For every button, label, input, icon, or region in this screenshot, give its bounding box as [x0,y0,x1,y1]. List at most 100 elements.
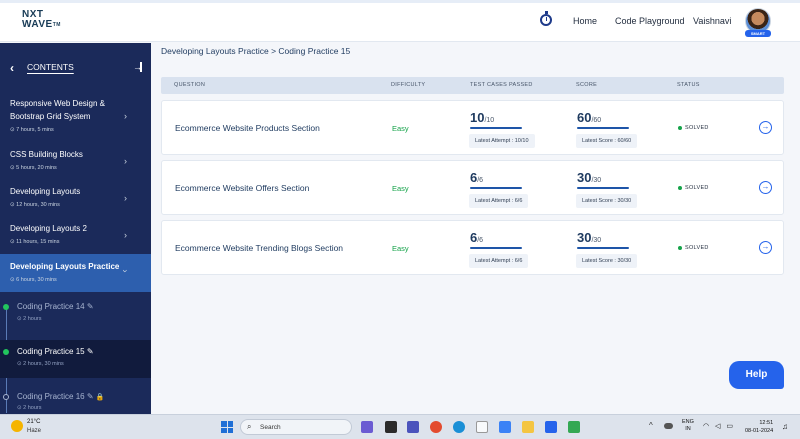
store-app-icon[interactable] [499,421,511,433]
score: 60/60 [577,110,601,125]
practice-title: Coding Practice 14 [17,302,85,311]
arrow-right-circle-icon[interactable]: → [759,121,772,134]
weather-temperature[interactable]: 21°C [27,419,40,425]
sidebar-module-developing-layouts-2[interactable]: Developing Layouts 2 ⊙ 11 hours, 15 mins… [0,217,151,251]
practice-item-16[interactable]: Coding Practice 16 ✎ 🔒 ⊙ 2 hours [0,386,151,414]
weather-sun-icon[interactable] [11,420,23,432]
latest-score-badge: Latest Score : 60/60 [576,134,638,148]
test-cases-passed: 6/6 [470,170,483,185]
latest-attempt-badge: Latest Attempt : 6/6 [469,194,529,208]
completed-dot-icon [3,349,9,355]
notepad-app-icon[interactable] [476,421,488,433]
stopwatch-icon[interactable] [540,11,552,26]
test-cases-passed: 10/10 [470,110,494,125]
difficulty-label: Easy [392,124,409,133]
practice-title: Coding Practice 16 [17,392,85,401]
task-view-icon[interactable] [385,421,397,433]
tests-passed-value: 10 [470,110,485,125]
sidebar-module-developing-layouts[interactable]: Developing Layouts ⊙ 12 hours, 30 mins › [0,180,151,214]
chrome-app-icon[interactable] [430,421,442,433]
score: 30/30 [577,230,601,245]
module-title: CSS Building Blocks [10,150,83,159]
practice-duration: ⊙ 2 hours [17,316,42,322]
nav-code-playground-link[interactable]: Code Playground [615,16,685,26]
question-row[interactable]: Ecommerce Website Offers Section Easy 6/… [161,160,784,215]
chevron-up-icon[interactable]: ^ [649,421,653,430]
module-duration: ⊙ 11 hours, 15 mins [10,239,60,245]
pencil-icon: ✎ [86,302,94,311]
sidebar-module-css-building-blocks[interactable]: CSS Building Blocks ⊙ 5 hours, 20 mins › [0,143,151,177]
tray-wifi-volume-battery-icons[interactable]: ◠ ◁ ▭ [703,422,735,430]
language-indicator[interactable]: ENG IN [682,419,694,433]
pending-dot-icon [3,394,9,400]
test-cases-passed: 6/6 [470,230,483,245]
score-progress-bar [577,247,629,249]
onedrive-cloud-icon[interactable] [664,423,673,429]
difficulty-label: Easy [392,244,409,253]
solved-dot-icon [678,125,682,130]
clock-time: 12:51 [759,420,774,426]
teams-app-icon[interactable] [407,421,419,433]
test-cases-progress-bar [470,127,522,129]
arrow-right-circle-icon[interactable]: → [759,241,772,254]
todo-app-icon[interactable] [545,421,557,433]
question-name[interactable]: Ecommerce Website Offers Section [175,183,309,193]
nxtwave-logo[interactable]: NXT WAVETM [22,10,68,32]
column-status: STATUS [677,82,700,88]
clock[interactable]: 12:51 08-01-2024 [745,419,773,435]
practice-item-15[interactable]: Coding Practice 15 ✎ ⊙ 2 hours, 30 mins [0,340,151,378]
top-border [0,0,800,3]
top-navbar: NXT WAVETM Home Code Playground Vaishnav… [0,0,800,42]
lock-icon: 🔒 [95,394,105,401]
solved-dot-icon [678,245,682,250]
file-explorer-icon[interactable] [522,421,534,433]
contents-sidebar: ‹ CONTENTS → Responsive Web Design & Boo… [0,43,151,414]
pencil-icon: ✎ [86,347,94,356]
practice-duration: ⊙ 2 hours [17,405,42,411]
sidebar-module-responsive-web-design[interactable]: Responsive Web Design & Bootstrap Grid S… [0,93,151,139]
back-chevron-icon[interactable]: ‹ [10,61,14,75]
drive-app-icon[interactable] [568,421,580,433]
contents-header: ‹ CONTENTS → [0,43,151,91]
status-badge: SOLVED [678,125,709,131]
practice-item-14[interactable]: Coding Practice 14 ✎ ⊙ 2 hours [0,295,151,329]
region-code: IN [685,426,691,432]
question-row[interactable]: Ecommerce Website Products Section Easy … [161,100,784,155]
windows-taskbar: 21°C Haze ⌕ Search ^ ENG IN ◠ ◁ ▭ 12:51 … [0,414,800,439]
latest-attempt-badge: Latest Attempt : 10/10 [469,134,535,148]
column-test-cases: TEST CASES PASSED [470,82,533,88]
copilot-app-icon[interactable] [361,421,373,433]
question-name[interactable]: Ecommerce Website Trending Blogs Section [175,243,343,253]
logo-tm: TM [52,22,61,28]
notification-bell-icon[interactable]: ♫ [782,422,788,431]
sidebar-module-developing-layouts-practice[interactable]: Developing Layouts Practice ⊙ 6 hours, 3… [0,254,151,292]
score-progress-bar [577,187,629,189]
score: 30/30 [577,170,601,185]
windows-start-icon[interactable] [221,421,233,433]
taskbar-search[interactable]: ⌕ Search [240,419,352,435]
weather-description[interactable]: Haze [27,428,41,434]
questions-table-header: QUESTION DIFFICULTY TEST CASES PASSED SC… [161,77,784,94]
arrow-right-circle-icon[interactable]: → [759,181,772,194]
tests-total: /6 [477,237,484,244]
nav-home-link[interactable]: Home [573,16,597,26]
score-progress-bar [577,127,629,129]
help-button[interactable]: Help [729,361,784,389]
column-difficulty: DIFFICULTY [391,82,426,88]
score-value: 30 [577,230,592,245]
user-name[interactable]: Vaishnavi [693,16,731,26]
column-score: SCORE [576,82,598,88]
search-icon: ⌕ [247,422,252,431]
status-text: SOLVED [685,125,709,131]
question-name[interactable]: Ecommerce Website Products Section [175,123,320,133]
chevron-down-icon: › [120,269,131,273]
module-duration: ⊙ 12 hours, 30 mins [10,202,60,208]
module-title: Developing Layouts [10,187,81,196]
score-total: /30 [591,177,602,184]
question-row[interactable]: Ecommerce Website Trending Blogs Section… [161,220,784,275]
contents-label[interactable]: CONTENTS [27,62,74,72]
test-cases-progress-bar [470,247,522,249]
collapse-sidebar-icon[interactable]: → [133,62,142,72]
latest-score-badge: Latest Score : 30/30 [576,254,638,268]
edge-app-icon[interactable] [453,421,465,433]
